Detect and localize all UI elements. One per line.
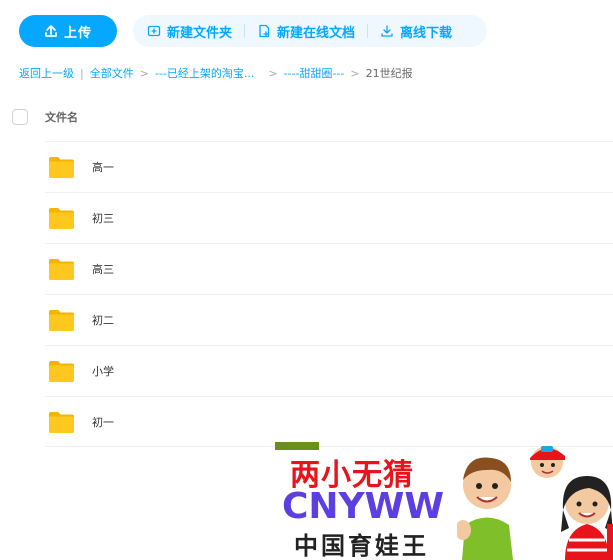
folder-icon — [49, 310, 74, 331]
breadcrumb: 返回上一级 | 全部文件 > ---已经上架的淘宝... > ----甜甜圈--… — [19, 64, 413, 82]
new-folder-label: 新建文件夹 — [167, 25, 233, 41]
folder-icon — [49, 361, 74, 382]
folder-icon — [49, 259, 74, 280]
file-name: 初一 — [92, 416, 114, 429]
breadcrumb-arrow: > — [139, 66, 149, 80]
list-item[interactable]: 高三 — [45, 243, 613, 294]
breadcrumb-arrow: > — [350, 66, 360, 80]
new-folder-button[interactable]: 新建文件夹 — [147, 15, 232, 47]
list-item[interactable]: 高一 — [45, 141, 613, 192]
offline-download-label: 离线下载 — [400, 25, 453, 41]
list-header: 文件名 — [0, 103, 613, 131]
watermark-logo: 两小无猜 CNYWW 中国育娃王 — [272, 440, 613, 560]
breadcrumb-arrow: > — [268, 66, 278, 80]
new-doc-label: 新建在线文档 — [277, 25, 356, 41]
file-name: 高一 — [92, 161, 114, 174]
divider — [367, 24, 369, 38]
file-name: 高三 — [92, 263, 114, 276]
file-name: 初二 — [92, 314, 114, 327]
action-group: 新建文件夹 新建在线文档 离线下载 — [133, 15, 487, 47]
folder-icon — [49, 412, 74, 433]
list-item[interactable]: 初二 — [45, 294, 613, 345]
breadcrumb-separator: | — [80, 66, 84, 80]
new-doc-icon — [259, 24, 270, 38]
file-name: 小学 — [92, 365, 114, 378]
breadcrumb-item-taobao[interactable]: ---已经上架的淘宝... — [155, 65, 254, 81]
select-all-checkbox[interactable] — [12, 109, 28, 125]
offline-download-button[interactable]: 离线下载 — [380, 15, 452, 47]
upload-icon — [45, 25, 57, 37]
list-item[interactable]: 初三 — [45, 192, 613, 243]
breadcrumb-item-all-files[interactable]: 全部文件 — [90, 65, 134, 81]
watermark-brand: CNYWW — [282, 486, 445, 527]
back-link[interactable]: 返回上一级 — [19, 65, 74, 81]
file-name: 初三 — [92, 212, 114, 225]
breadcrumb-item-donut[interactable]: ----甜甜圈--- — [284, 65, 345, 81]
list-item[interactable]: 小学 — [45, 345, 613, 396]
divider — [244, 24, 246, 38]
breadcrumb-item-current: 21世纪报 — [365, 67, 413, 80]
toolbar: 上传 新建文件夹 新建在线文档 离线下载 — [0, 0, 613, 62]
file-list: 高一 初三 高三 初二 小学 初一 — [45, 141, 613, 447]
new-folder-icon — [147, 25, 161, 37]
new-online-doc-button[interactable]: 新建在线文档 — [257, 15, 355, 47]
download-icon — [381, 25, 393, 37]
watermark-subtitle: 中国育娃王 — [294, 532, 429, 560]
cartoon-children-illustration — [457, 446, 613, 560]
folder-icon — [49, 157, 74, 178]
column-header-filename[interactable]: 文件名 — [45, 109, 78, 125]
folder-icon — [49, 208, 74, 229]
watermark-bar — [275, 442, 319, 450]
upload-button[interactable]: 上传 — [19, 15, 117, 47]
upload-label: 上传 — [63, 25, 92, 41]
